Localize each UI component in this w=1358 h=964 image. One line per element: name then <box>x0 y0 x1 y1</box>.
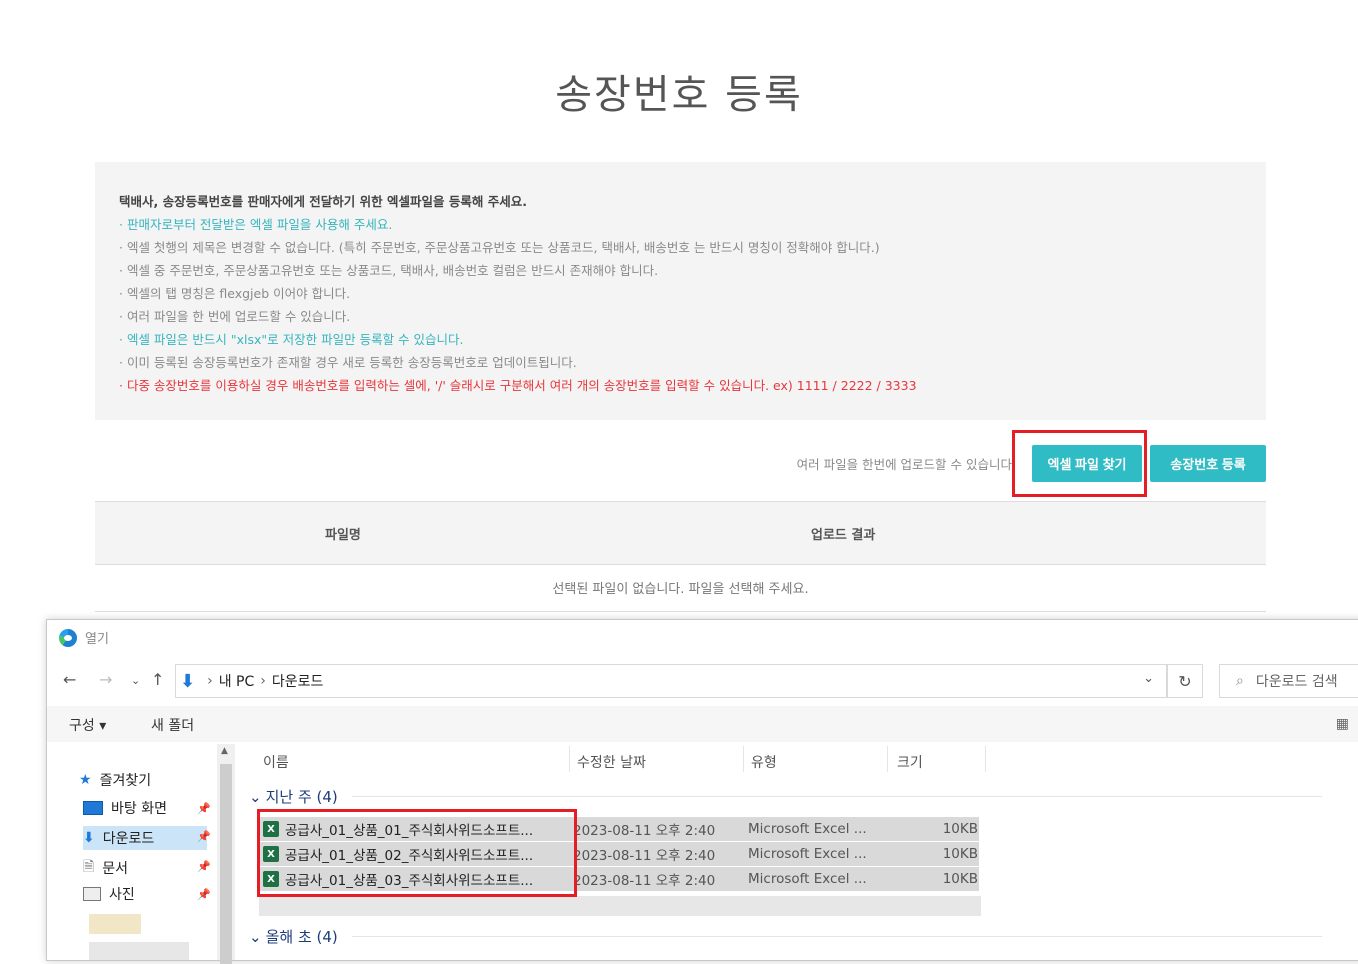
notice-line: · 엑셀 중 주문번호, 주문상품고유번호 또는 상품코드, 택배사, 배송번호… <box>119 263 659 278</box>
notice-line: · 여러 파일을 한 번에 업로드할 수 있습니다. <box>119 309 351 324</box>
search-input[interactable]: ⌕ 다운로드 검색 <box>1219 664 1358 698</box>
file-type: Microsoft Excel ... <box>748 821 867 837</box>
refresh-icon[interactable]: ↻ <box>1167 664 1203 698</box>
notice-heading: 택배사, 송장등록번호를 판매자에게 전달하기 위한 엑셀파일을 등록해 주세요… <box>119 194 527 209</box>
file-open-dialog: 열기 ← → ⌄ ↑ ⬇ › 내 PC › 다운로드 ⌄ ↻ ⌕ 다운로드 검색… <box>46 619 1358 964</box>
group-label: 올해 초 (4) <box>265 928 338 946</box>
highlight-box <box>1012 430 1147 497</box>
download-icon: ⬇ <box>83 830 95 846</box>
upload-hint: 여러 파일을 한번에 업로드할 수 있습니다 <box>796 457 1012 472</box>
nav-pictures[interactable]: 사진 <box>83 884 135 904</box>
star-icon: ★ <box>79 772 92 788</box>
column-header-row: 이름 수정한 날짜 유형 크기 <box>253 744 1358 774</box>
search-placeholder: 다운로드 검색 <box>1255 674 1338 690</box>
group-label: 지난 주 (4) <box>265 788 338 806</box>
group-header-this-year[interactable]: ⌄ 올해 초 (4) <box>249 926 1322 947</box>
notice-line-warning: · 다중 송장번호를 이용하실 경우 배송번호를 입력하는 셀에, '/' 슬래… <box>119 378 917 393</box>
empty-table-message: 선택된 파일이 없습니다. 파일을 선택해 주세요. <box>552 582 809 597</box>
download-folder-icon: ⬇ <box>180 670 196 692</box>
pin-icon: 📌 <box>197 830 211 843</box>
file-type: Microsoft Excel ... <box>748 846 867 862</box>
address-bar[interactable]: ⬇ › 내 PC › 다운로드 ⌄ <box>175 664 1167 698</box>
address-dropdown-icon[interactable]: ⌄ <box>1143 671 1154 686</box>
column-size[interactable]: 크기 <box>897 752 923 772</box>
nav-downloads-label: 다운로드 <box>102 831 155 847</box>
nav-downloads[interactable]: ⬇ 다운로드 <box>83 826 207 850</box>
column-date-modified[interactable]: 수정한 날짜 <box>577 752 646 772</box>
pin-icon: 📌 <box>197 888 211 901</box>
notice-line: · 엑셀의 탭 명칭은 flexgjeb 이어야 합니다. <box>119 286 351 301</box>
view-options-icon[interactable]: ▦ <box>1336 716 1349 732</box>
nav-documents[interactable]: 🗎 문서 <box>83 856 128 880</box>
file-date: 2023-08-11 오후 2:40 <box>573 873 716 889</box>
notice-line: · 엑셀 첫행의 제목은 변경할 수 없습니다. (특히 주문번호, 주문상품고… <box>119 240 880 255</box>
highlight-box <box>257 809 577 897</box>
document-icon: 🗎 <box>83 859 95 875</box>
dialog-title: 열기 <box>85 632 109 647</box>
column-name[interactable]: 이름 <box>263 752 289 772</box>
navigation-bar: ← → ⌄ ↑ ⬇ › 내 PC › 다운로드 ⌄ ↻ ⌕ 다운로드 검색 <box>47 664 1358 698</box>
column-divider[interactable] <box>569 746 570 772</box>
blurred-file-row <box>259 896 981 916</box>
nav-pictures-label: 사진 <box>109 887 135 903</box>
column-upload-result: 업로드 결과 <box>811 528 876 543</box>
up-arrow-icon[interactable]: ↑ <box>151 670 164 689</box>
page-title: 송장번호 등록 <box>555 72 803 118</box>
column-divider[interactable] <box>985 746 986 772</box>
new-folder-button[interactable]: 새 폴더 <box>151 715 194 735</box>
file-table-header: 파일명 업로드 결과 <box>95 501 1266 565</box>
nav-desktop[interactable]: 바탕 화면 <box>83 798 167 818</box>
recent-locations-chevron-icon[interactable]: ⌄ <box>131 674 140 687</box>
file-type: Microsoft Excel ... <box>748 871 867 887</box>
forward-arrow-icon[interactable]: → <box>99 670 112 689</box>
navigation-pane: ★ 즐겨찾기 바탕 화면 📌 ⬇ 다운로드 📌 🗎 문서 📌 사진 📌 <box>47 744 233 960</box>
blurred-folder <box>89 914 141 934</box>
group-header-last-week[interactable]: ⌄ 지난 주 (4) <box>249 786 1322 807</box>
file-date: 2023-08-11 오후 2:40 <box>573 823 716 839</box>
picture-icon <box>83 887 101 901</box>
notice-line: · 판매자로부터 전달받은 엑셀 파일을 사용해 주세요. <box>119 217 393 232</box>
breadcrumb-downloads[interactable]: 다운로드 <box>272 671 324 691</box>
group-divider <box>351 796 1322 797</box>
file-size: 10KB <box>942 871 978 887</box>
edge-browser-icon <box>59 628 77 647</box>
file-date: 2023-08-11 오후 2:40 <box>573 848 716 864</box>
group-divider <box>351 936 1322 937</box>
scroll-up-icon[interactable]: ▲ <box>221 746 228 756</box>
breadcrumb-separator-icon: › <box>260 673 266 689</box>
nav-scrollbar[interactable]: ▲ <box>217 744 235 964</box>
column-divider[interactable] <box>887 746 888 772</box>
breadcrumb-this-pc[interactable]: 내 PC <box>219 671 255 691</box>
nav-favorites-label: 즐겨찾기 <box>99 773 152 789</box>
chevron-down-icon: ⌄ <box>249 927 262 946</box>
scrollbar-thumb[interactable] <box>220 764 232 964</box>
notice-line: · 이미 등록된 송장등록번호가 존재할 경우 새로 등록한 송장등록번호로 업… <box>119 355 577 370</box>
file-size: 10KB <box>942 846 978 862</box>
file-size: 10KB <box>942 821 978 837</box>
notice-box: 택배사, 송장등록번호를 판매자에게 전달하기 위한 엑셀파일을 등록해 주세요… <box>95 162 1266 420</box>
table-divider <box>95 611 1266 612</box>
dialog-titlebar: 열기 <box>59 628 109 647</box>
column-divider[interactable] <box>743 746 744 772</box>
desktop-icon <box>83 801 103 815</box>
command-bar: 구성 ▾ 새 폴더 ▦ <box>47 706 1358 742</box>
back-arrow-icon[interactable]: ← <box>63 670 76 689</box>
chevron-down-icon: ⌄ <box>249 787 262 806</box>
nav-favorites[interactable]: ★ 즐겨찾기 <box>79 770 151 790</box>
nav-documents-label: 문서 <box>102 861 129 877</box>
column-type[interactable]: 유형 <box>751 752 777 772</box>
notice-line: · 엑셀 파일은 반드시 "xlsx"로 저장한 파일만 등록할 수 있습니다. <box>119 332 464 347</box>
pin-icon: 📌 <box>197 860 211 873</box>
blurred-folder <box>89 942 189 960</box>
register-invoice-button[interactable]: 송장번호 등록 <box>1150 445 1266 482</box>
search-icon: ⌕ <box>1236 673 1244 689</box>
organize-menu-button[interactable]: 구성 ▾ <box>69 715 106 735</box>
pin-icon: 📌 <box>197 802 211 815</box>
column-filename: 파일명 <box>325 528 361 543</box>
breadcrumb-separator-icon: › <box>207 673 213 689</box>
nav-desktop-label: 바탕 화면 <box>111 801 167 817</box>
